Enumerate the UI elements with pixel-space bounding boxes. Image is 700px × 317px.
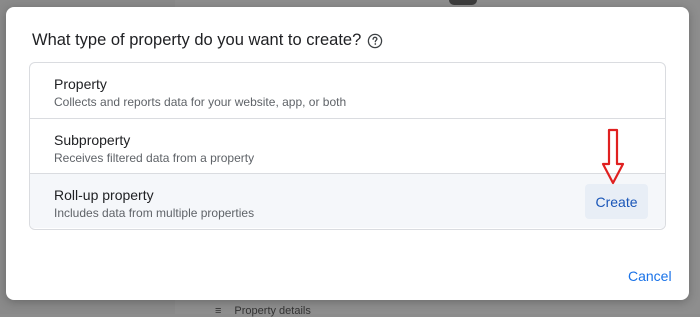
create-property-dialog: What type of property do you want to cre…	[6, 7, 689, 300]
option-description: Receives filtered data from a property	[54, 151, 255, 165]
option-property[interactable]: Property Collects and reports data for y…	[30, 63, 665, 118]
dialog-title: What type of property do you want to cre…	[32, 31, 383, 50]
list-icon: ≡	[215, 305, 223, 317]
cancel-button[interactable]: Cancel	[624, 266, 676, 286]
help-icon[interactable]	[367, 33, 383, 49]
option-title: Roll-up property	[54, 187, 154, 203]
option-description: Includes data from multiple properties	[54, 206, 255, 220]
option-rollup-property[interactable]: Roll-up property Includes data from mult…	[30, 173, 665, 228]
background-top-chip	[449, 0, 477, 5]
background-row-label: Property details	[234, 305, 311, 317]
option-subproperty[interactable]: Subproperty Receives filtered data from …	[30, 118, 665, 173]
option-title: Subproperty	[54, 132, 131, 148]
property-type-list: Property Collects and reports data for y…	[29, 62, 666, 230]
option-title: Property	[54, 76, 107, 92]
dialog-title-text: What type of property do you want to cre…	[32, 31, 362, 49]
create-button[interactable]: Create	[585, 184, 648, 219]
annotation-arrow-icon	[601, 128, 625, 185]
background-row: ≡ Property details	[215, 305, 311, 317]
option-description: Collects and reports data for your websi…	[54, 95, 347, 109]
